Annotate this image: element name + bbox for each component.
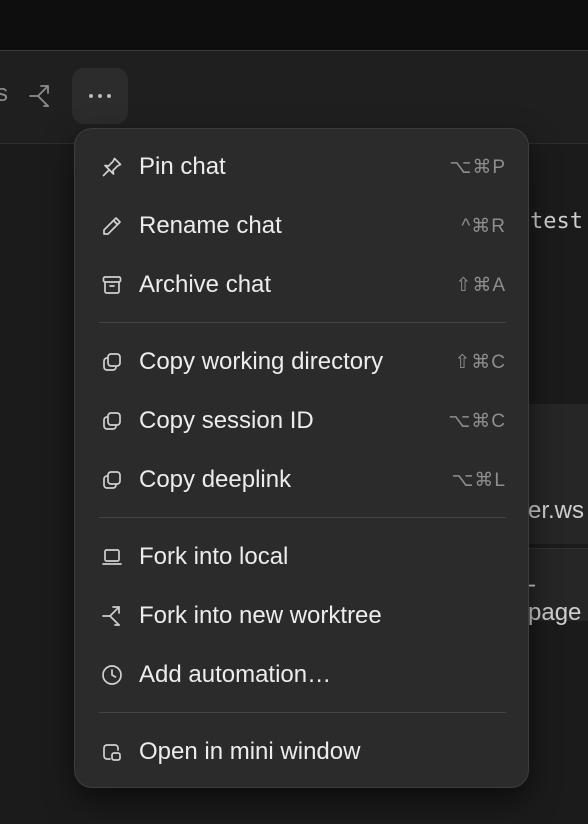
menu-item-label: Archive chat	[139, 271, 272, 298]
menu-item-fork-into-local[interactable]: Fork into local	[75, 531, 528, 583]
menu-item-copy-working-directory[interactable]: Copy working directory ⇧⌘C	[75, 336, 528, 388]
menu-item-copy-session-id[interactable]: Copy session ID ⌥⌘C	[75, 395, 528, 447]
pencil-icon	[99, 213, 125, 239]
menu-item-label: Pin chat	[139, 153, 226, 180]
menu-item-label: Copy working directory	[139, 348, 384, 375]
archive-icon	[99, 272, 125, 298]
background-text: test	[530, 209, 583, 234]
menu-item-archive-chat[interactable]: Archive chat ⇧⌘A	[75, 259, 528, 311]
menu-separator	[99, 712, 506, 713]
laptop-icon	[99, 544, 125, 570]
menu-item-rename-chat[interactable]: Rename chat ^⌘R	[75, 200, 528, 252]
menu-item-label: Rename chat	[139, 212, 282, 239]
fork-arrow-icon[interactable]	[26, 82, 56, 112]
menu-item-add-automation[interactable]: Add automation…	[75, 649, 528, 701]
keyboard-shortcut: ^⌘R	[461, 215, 506, 237]
background-text: -page	[528, 571, 582, 626]
context-menu: Pin chat ⌥⌘P Rename chat ^⌘R Archive cha…	[74, 128, 529, 788]
app-window: s test er.ws -page Pin chat ⌥⌘P Rename c…	[0, 0, 588, 824]
menu-item-copy-deeplink[interactable]: Copy deeplink ⌥⌘L	[75, 454, 528, 506]
keyboard-shortcut: ⌥⌘C	[448, 410, 506, 432]
copy-icon	[99, 408, 125, 434]
menu-separator	[99, 322, 506, 323]
keyboard-shortcut: ⌥⌘P	[449, 156, 506, 178]
menu-item-label: Copy session ID	[139, 407, 314, 434]
menu-item-pin-chat[interactable]: Pin chat ⌥⌘P	[75, 141, 528, 193]
clock-icon	[99, 662, 125, 688]
copy-icon	[99, 467, 125, 493]
title-bar	[0, 0, 588, 51]
pin-icon	[99, 154, 125, 180]
menu-item-label: Open in mini window	[139, 738, 361, 765]
copy-icon	[99, 349, 125, 375]
keyboard-shortcut: ⇧⌘A	[455, 274, 506, 296]
mini-window-icon	[99, 739, 125, 765]
menu-item-label: Fork into new worktree	[139, 602, 382, 629]
menu-item-label: Fork into local	[139, 543, 289, 570]
menu-item-open-in-mini-window[interactable]: Open in mini window	[75, 726, 528, 778]
toolbar-text-fragment: s	[0, 80, 8, 107]
keyboard-shortcut: ⇧⌘C	[454, 351, 506, 373]
menu-separator	[99, 517, 506, 518]
more-options-button[interactable]	[72, 68, 128, 124]
menu-item-label: Copy deeplink	[139, 466, 292, 493]
keyboard-shortcut: ⌥⌘L	[451, 469, 506, 491]
background-text: er.ws	[528, 497, 585, 524]
menu-item-label: Add automation…	[139, 661, 332, 688]
menu-item-fork-into-new-worktree[interactable]: Fork into new worktree	[75, 590, 528, 642]
fork-arrow-icon	[99, 603, 125, 629]
more-horizontal-icon	[89, 94, 111, 98]
